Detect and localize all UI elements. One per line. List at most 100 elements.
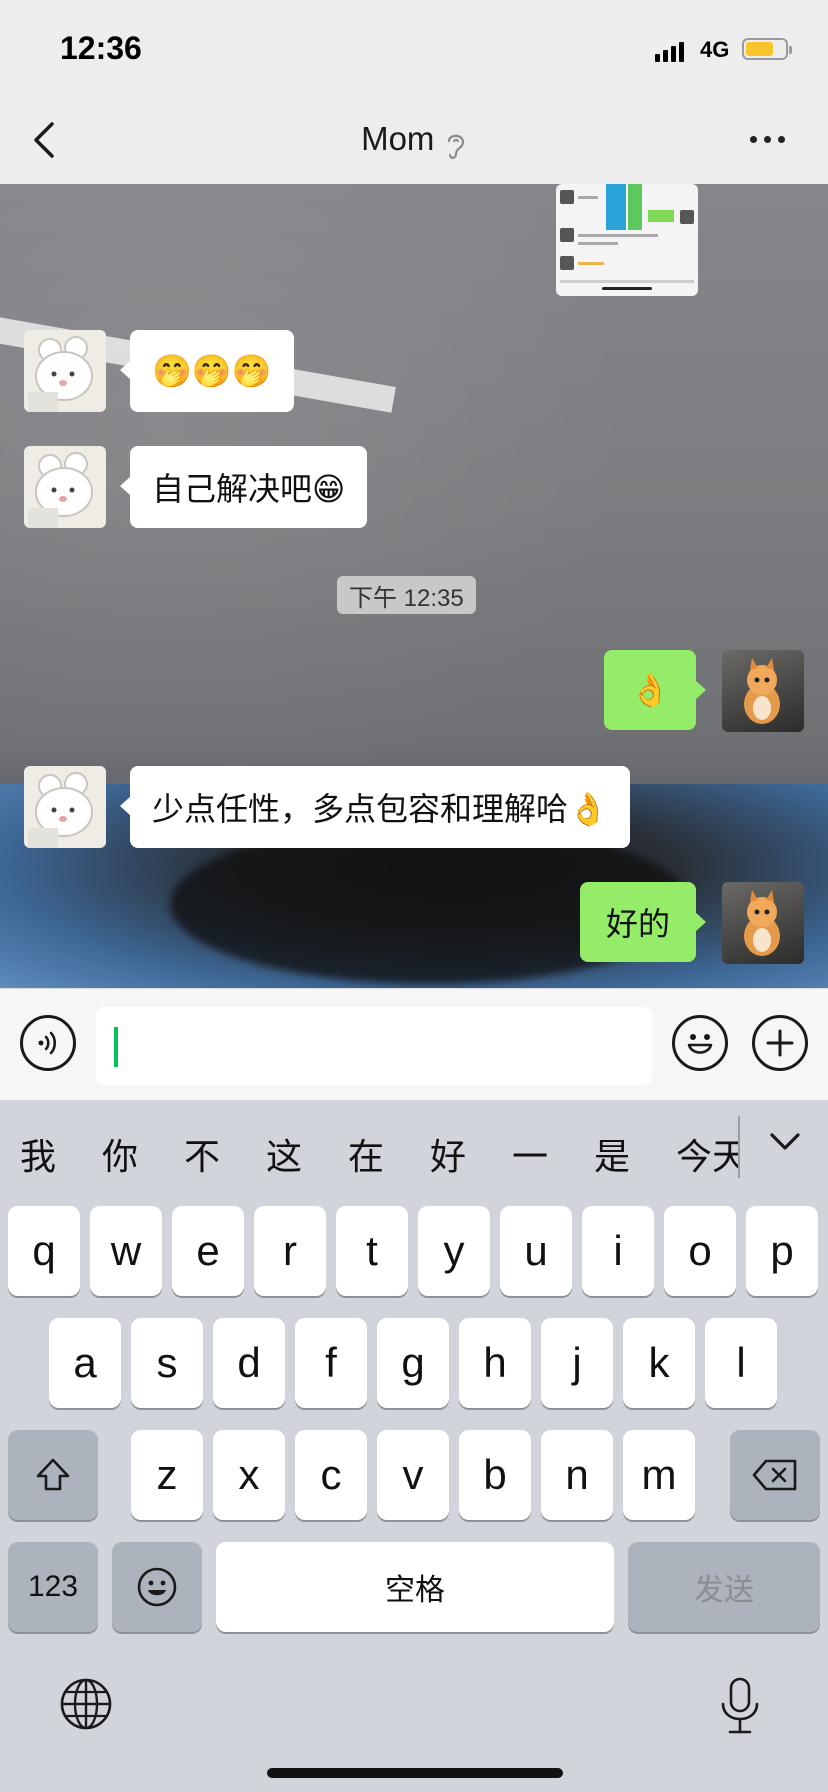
key-r[interactable]: r [254,1206,326,1296]
kitten-avatar-icon [744,890,780,956]
key-l[interactable]: l [705,1318,777,1408]
voice-icon [38,1031,57,1055]
key-y[interactable]: y [418,1206,490,1296]
message-text: 👌 [630,672,670,708]
message-input-bar [0,988,828,1100]
globe-button[interactable] [58,1676,114,1737]
key-o[interactable]: o [664,1206,736,1296]
more-options-button[interactable] [750,136,785,143]
thumb-line [578,242,618,245]
candidate-divider [738,1116,740,1178]
key-e[interactable]: e [172,1206,244,1296]
key-p[interactable]: p [746,1206,818,1296]
shift-icon [36,1458,70,1491]
battery-fill [746,42,773,56]
more-dot-icon [750,136,757,143]
thumb-block [628,184,642,230]
microphone-icon [721,1677,759,1734]
home-indicator[interactable] [267,1768,563,1778]
key-f[interactable]: f [295,1318,367,1408]
candidate-word[interactable]: 我 [20,1128,56,1180]
send-key[interactable]: 发送 [628,1542,820,1632]
my-avatar[interactable] [722,882,804,964]
emoji-key[interactable] [112,1542,202,1632]
network-type: 4G [700,37,730,62]
candidate-word[interactable]: 今天 [676,1128,738,1180]
sent-message-bubble[interactable]: 好的 [580,882,706,962]
chat-area[interactable]: 🤭🤭🤭 自己解决吧😁 下午 12:35 👌 少点任性，多点包容和理解哈👌 好的 [0,184,828,988]
signal-icon [655,40,684,62]
contact-avatar[interactable] [24,766,106,848]
key-j[interactable]: j [541,1318,613,1408]
thumb-avatar [560,190,574,204]
message-text: 少点任性，多点包容和理解哈👌 [152,791,608,827]
emoji-icon [137,1567,177,1607]
kitten-avatar-icon [744,658,780,724]
key-n[interactable]: n [541,1430,613,1520]
voice-input-button[interactable] [20,1015,76,1071]
contact-avatar[interactable] [24,446,106,528]
candidate-word[interactable]: 这 [266,1128,302,1180]
message-timestamp: 下午 12:35 [337,576,476,614]
text-caret [114,1027,118,1067]
candidate-word[interactable]: 好 [430,1128,466,1180]
candidate-word[interactable]: 你 [102,1128,138,1180]
key-h[interactable]: h [459,1318,531,1408]
expand-candidates-button[interactable] [768,1130,802,1159]
received-message-bubble[interactable]: 🤭🤭🤭 [120,330,294,412]
key-k[interactable]: k [623,1318,695,1408]
key-t[interactable]: t [336,1206,408,1296]
key-z[interactable]: z [131,1430,203,1520]
bear-avatar-icon [28,452,93,528]
key-x[interactable]: x [213,1430,285,1520]
key-u[interactable]: u [500,1206,572,1296]
thumb-home-bar [602,287,652,290]
contact-avatar[interactable] [24,330,106,412]
numbers-key[interactable]: 123 [8,1542,98,1632]
thumb-line [578,262,604,265]
message-text: 自己解决吧😁 [152,471,346,507]
key-i[interactable]: i [582,1206,654,1296]
thumb-avatar [680,210,694,224]
dictation-button[interactable] [716,1676,764,1741]
more-functions-button[interactable] [752,1015,808,1071]
candidate-word[interactable]: 不 [184,1128,220,1180]
thumb-avatar [560,256,574,270]
key-s[interactable]: s [131,1318,203,1408]
backspace-icon [752,1459,797,1491]
received-message-bubble[interactable]: 少点任性，多点包容和理解哈👌 [120,766,630,848]
key-d[interactable]: d [213,1318,285,1408]
more-dot-icon [764,136,771,143]
key-v[interactable]: v [377,1430,449,1520]
space-key[interactable]: 空格 [216,1542,614,1632]
key-b[interactable]: b [459,1430,531,1520]
message-text: 🤭🤭🤭 [152,353,272,389]
emoji-button[interactable] [672,1015,728,1071]
key-a[interactable]: a [49,1318,121,1408]
message-input[interactable] [96,1007,652,1085]
key-q[interactable]: q [8,1206,80,1296]
key-c[interactable]: c [295,1430,367,1520]
sent-message-bubble[interactable]: 👌 [604,650,706,730]
delete-key[interactable] [730,1430,820,1520]
candidate-bar: 我 你 不 这 在 好 一 是 今天 [0,1100,828,1200]
my-avatar[interactable] [722,650,804,732]
image-message-thumbnail[interactable] [556,184,698,296]
thumb-avatar [560,228,574,242]
candidate-word[interactable]: 一 [512,1128,548,1180]
key-m[interactable]: m [623,1430,695,1520]
candidate-word[interactable]: 是 [594,1128,630,1180]
candidate-word[interactable]: 在 [348,1128,384,1180]
status-bar: 12:36 4G [0,0,828,100]
status-time: 12:36 [60,30,142,66]
key-w[interactable]: w [90,1206,162,1296]
shift-key[interactable] [8,1430,98,1520]
chat-header: Mom [0,100,828,184]
globe-icon [60,1678,112,1730]
received-message-bubble[interactable]: 自己解决吧😁 [119,446,368,528]
bear-avatar-icon [28,772,93,848]
thumb-line [560,280,694,283]
key-g[interactable]: g [377,1318,449,1408]
thumb-block [606,184,626,230]
earpiece-mode-icon [447,134,464,159]
